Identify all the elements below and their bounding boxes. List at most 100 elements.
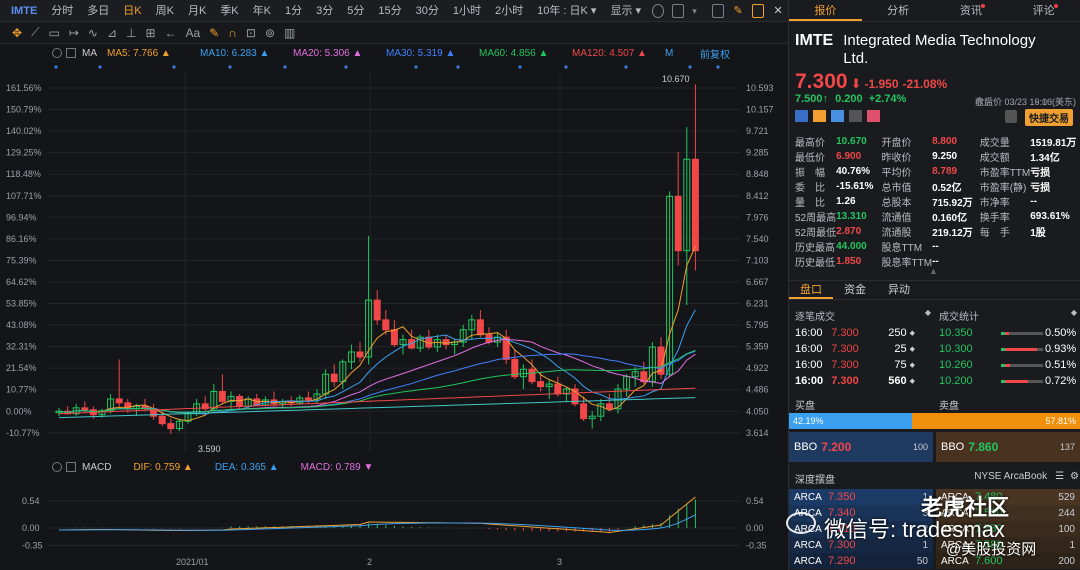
y-tick-right: 10.593 xyxy=(746,83,774,93)
y-tick-right: 10.157 xyxy=(746,105,774,115)
stat-label: 52周最低 xyxy=(795,228,837,239)
quote-tab[interactable]: 报价 xyxy=(789,0,862,21)
timeframe-tab[interactable]: 2小时 xyxy=(488,0,530,22)
quote-tab[interactable]: 资讯 xyxy=(935,0,1008,21)
badge-row xyxy=(795,110,880,122)
pencil-icon[interactable]: ✎ xyxy=(732,4,744,18)
checkbox-icon[interactable] xyxy=(672,3,685,18)
stat-label: 总市值 xyxy=(881,183,912,194)
trade-t: 16:00 xyxy=(795,327,823,339)
ray-tool-icon[interactable]: ↦ xyxy=(69,26,79,40)
close-icon[interactable]: ✕ xyxy=(772,4,784,18)
depth-sub-tab[interactable]: 资金 xyxy=(833,281,877,299)
stat-value: 0.52亿 xyxy=(932,183,962,194)
depth-p: 7.500 xyxy=(975,507,1003,519)
candle-body xyxy=(382,319,390,331)
timeframe-tab[interactable]: 周K xyxy=(149,0,181,22)
depth-p: 7.300 xyxy=(828,539,856,551)
measure-tool-icon[interactable]: ⊿ xyxy=(107,26,117,40)
document-icon[interactable] xyxy=(849,110,862,122)
volume-stat-row: 10.200 0.72% xyxy=(939,373,1077,389)
collapse-icon[interactable]: ▲ xyxy=(929,266,938,276)
symbol-label[interactable]: IMTE xyxy=(4,0,44,22)
bbo-bid-price: 7.200 xyxy=(821,440,852,454)
lock-icon[interactable]: ⊡ xyxy=(246,26,256,40)
event-dot xyxy=(283,65,287,69)
x-tick: 3 xyxy=(557,557,563,567)
event-dot xyxy=(98,65,102,69)
timeframe-tab[interactable]: 多日 xyxy=(80,0,116,22)
timeframe-tab[interactable]: 年K xyxy=(246,0,278,22)
y-tick-left: 150.79% xyxy=(6,105,42,115)
heart-icon[interactable] xyxy=(867,110,880,122)
arrow-tool-icon[interactable]: ← xyxy=(165,26,177,40)
timeframe-tab[interactable]: 月K xyxy=(181,0,213,22)
checkbox-icon[interactable] xyxy=(66,48,76,58)
candlestick-chart[interactable]: 161.56% 10.593 150.79% 10.157 140.02% 9.721 12… xyxy=(0,62,788,457)
pen-tool-icon[interactable]: ✎ xyxy=(209,26,219,40)
text-tool-icon[interactable]: Aa xyxy=(186,26,201,40)
depth-sub-tabs: 盘口 资金 异动 xyxy=(789,280,1080,300)
quote-tab[interactable]: 分析 xyxy=(862,0,935,21)
chevron-down-icon[interactable]: ▾ xyxy=(692,4,704,18)
stat-value: 715.92万 xyxy=(932,198,973,209)
trade-t: 16:00 xyxy=(795,343,823,355)
depth-sub-tab[interactable]: 异动 xyxy=(877,281,921,299)
diamond-icon[interactable]: ◆ xyxy=(1071,308,1077,323)
magnet-icon[interactable]: ∩ xyxy=(228,26,237,40)
timeframe-tab[interactable]: 日K xyxy=(116,0,148,22)
settings-icon[interactable] xyxy=(52,462,62,472)
camera-icon[interactable] xyxy=(712,3,725,18)
quick-trade-button[interactable]: 快捷交易 xyxy=(1025,109,1073,126)
depth-p: 7.310 xyxy=(828,523,856,535)
bell-icon[interactable] xyxy=(1005,110,1017,123)
settings-icon[interactable] xyxy=(52,48,62,58)
menu-icon[interactable]: ☰ xyxy=(1055,471,1064,486)
timeframe-tab[interactable]: 分时 xyxy=(44,0,80,22)
diamond-icon[interactable]: ◆ xyxy=(925,308,931,323)
macd-chart[interactable]: 0.54 0.54 0.00 0.00 -0.35 -0.35 xyxy=(0,476,788,556)
event-dot xyxy=(518,65,522,69)
stat-value: -- xyxy=(932,241,939,252)
lightning-icon[interactable] xyxy=(813,110,826,122)
y-tick-right: 4.922 xyxy=(746,363,769,373)
eye-icon[interactable]: ⊚ xyxy=(265,26,275,40)
timeframe-tab[interactable]: 15分 xyxy=(371,0,408,22)
bbo-ask-label: BBO xyxy=(941,441,965,453)
y-tick-left: 75.39% xyxy=(6,255,37,265)
line-tool-icon[interactable]: ⟋ xyxy=(31,25,39,40)
candle-body xyxy=(691,158,699,252)
timeframe-tab[interactable]: 10年 : 日K ▾ xyxy=(530,0,603,22)
volume-stat-price: 10.260 xyxy=(939,359,973,371)
quote-tab-label: 报价 xyxy=(814,5,837,17)
grid-tool-icon[interactable]: ⊞ xyxy=(145,26,155,40)
timeframe-tab[interactable]: 1小时 xyxy=(446,0,488,22)
delete-icon[interactable]: ▥ xyxy=(284,26,295,40)
trade-v: 25 xyxy=(894,343,907,355)
layout-icon[interactable] xyxy=(752,3,765,18)
settings-icon[interactable] xyxy=(652,3,665,18)
settings-icon[interactable]: ⚙ xyxy=(1070,471,1079,486)
timeframe-tab[interactable]: 季K xyxy=(213,0,245,22)
checkbox-icon[interactable] xyxy=(66,462,76,472)
timeframe-tab[interactable]: 30分 xyxy=(409,0,446,22)
timeframe-tab[interactable]: 1分 xyxy=(278,0,309,22)
quote-tab[interactable]: 评论 xyxy=(1007,0,1080,21)
options-icon[interactable] xyxy=(831,110,844,122)
timeframe-tab[interactable]: 5分 xyxy=(340,0,371,22)
rect-tool-icon[interactable]: ▭ xyxy=(48,26,59,40)
zigzag-tool-icon[interactable]: ∿ xyxy=(88,26,98,40)
depth-sub-tab[interactable]: 盘口 xyxy=(789,281,833,299)
stat-label: 历史最高 xyxy=(795,243,835,254)
timeframe-tab[interactable]: 3分 xyxy=(309,0,340,22)
candle-body xyxy=(442,339,450,346)
stat-label: 量 比 xyxy=(795,198,825,209)
crosshair-icon[interactable]: ✥ xyxy=(12,26,22,40)
drawing-toolbar: ✥ ⟋ ▭ ↦ ∿ ⊿ ⊥ ⊞ ← Aa ✎ ∩ ⊡ ⊚ ▥ xyxy=(0,22,788,44)
event-dot xyxy=(54,65,58,69)
timeframe-tab[interactable]: 显示 ▾ xyxy=(603,0,648,22)
depth-source[interactable]: NYSE ArcaBook xyxy=(974,471,1047,486)
buy-label: 买盘 xyxy=(795,401,815,412)
adjust-mode[interactable]: 前复权 xyxy=(700,46,730,61)
fib-tool-icon[interactable]: ⊥ xyxy=(126,26,136,40)
